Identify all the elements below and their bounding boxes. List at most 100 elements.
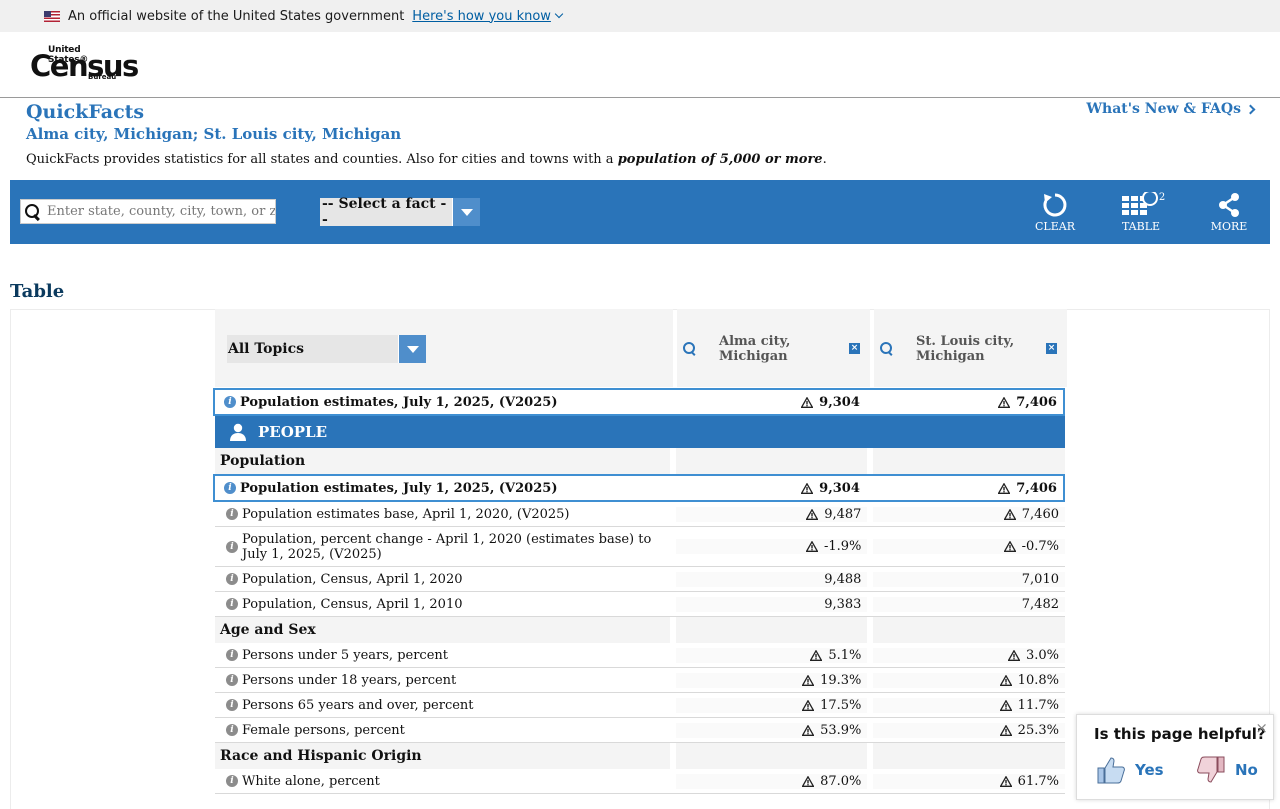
value-cell: 7,460 (873, 506, 1065, 522)
section-header-row: Race and Hispanic Origin (215, 743, 1065, 769)
row-label: i Population estimates, July 1, 2025, (V2… (215, 395, 669, 410)
whats-new-link[interactable]: What's New & FAQs (1086, 101, 1256, 117)
feedback-no-button[interactable]: No (1195, 753, 1258, 787)
page-subtitle: Alma city, Michigan; St. Louis city, Mic… (26, 125, 402, 143)
warning-icon (802, 674, 815, 686)
row-label: i Population, percent change - April 1, 2… (215, 532, 670, 562)
row-label: i Persons under 5 years, percent (215, 648, 670, 663)
value-text: 7,010 (1021, 571, 1059, 587)
value-cell: 3.0% (873, 647, 1065, 663)
search-icon[interactable] (880, 342, 894, 356)
value-text: 87.0% (820, 773, 862, 789)
warning-icon (805, 541, 818, 552)
info-icon[interactable]: i (226, 649, 238, 661)
search-input[interactable] (47, 204, 275, 219)
table-label: TABLE (1121, 220, 1161, 233)
warning-icon (998, 482, 1011, 494)
feedback-yes-label: Yes (1135, 761, 1164, 779)
info-icon[interactable]: i (226, 775, 238, 787)
value-cell: 7,406 (872, 395, 1063, 410)
value-text: 9,383 (824, 596, 862, 612)
value-cell: 10.8% (873, 672, 1065, 688)
row-label-text: Female persons, percent (242, 722, 405, 738)
row-label: i Population, Census, April 1, 2020 (215, 572, 670, 587)
row-label: i Persons under 18 years, percent (215, 673, 670, 688)
value-text: 7,482 (1021, 596, 1059, 612)
feedback-no-label: No (1235, 761, 1258, 779)
location-name: St. Louis city, Michigan (916, 334, 1015, 364)
select-fact-dropdown[interactable]: -- Select a fact -- (320, 196, 480, 228)
search-icon[interactable] (683, 342, 697, 356)
value-text: 9,304 (819, 394, 860, 410)
warning-icon (802, 775, 815, 787)
value-cell: 9,304 (675, 395, 866, 410)
value-text: 25.3% (1017, 722, 1059, 738)
chevron-right-icon (1245, 104, 1256, 114)
value-cell: 7,010 (873, 571, 1065, 587)
value-text: 7,406 (1016, 480, 1057, 496)
value-cell: 17.5% (675, 697, 868, 713)
all-topics-dropdown[interactable]: All Topics (227, 335, 426, 363)
search-icon (25, 203, 41, 220)
value-text: 7,406 (1016, 394, 1057, 410)
section-header-row: Population (215, 448, 1065, 474)
info-icon[interactable]: i (226, 674, 238, 686)
value-text: 11.7% (1017, 697, 1059, 713)
value-text: 5.1% (828, 647, 862, 663)
info-icon[interactable]: i (226, 598, 238, 610)
section-label: Race and Hispanic Origin (215, 743, 670, 769)
topic-header-people[interactable]: PEOPLE (215, 416, 1065, 448)
heres-how-you-know-label: Here's how you know (412, 8, 551, 24)
more-label: MORE (1210, 220, 1248, 233)
info-icon[interactable]: i (224, 482, 236, 494)
value-cell: -1.9% (675, 539, 868, 554)
value-cell: -0.7% (873, 539, 1065, 554)
info-icon[interactable]: i (226, 573, 238, 585)
info-icon[interactable]: i (226, 724, 238, 736)
info-icon[interactable]: i (226, 699, 238, 711)
warning-icon (1003, 508, 1016, 520)
value-text: 3.0% (1025, 647, 1059, 663)
value-text: -0.7% (1021, 539, 1059, 554)
table-row: i Population estimates, July 1, 2025, (V2… (213, 474, 1065, 502)
more-button[interactable]: MORE (1199, 192, 1259, 236)
table-row: i Persons 65 years and over, percent 17.5%… (215, 693, 1065, 718)
close-icon[interactable]: × (1046, 343, 1057, 354)
site-header: United States® Census Bureau (0, 32, 1280, 98)
thumbs-up-icon (1097, 757, 1125, 784)
row-label: i White alone, percent (215, 774, 670, 789)
page-title[interactable]: QuickFacts (26, 101, 144, 123)
info-icon[interactable]: i (224, 396, 236, 408)
warning-icon (999, 724, 1012, 736)
warning-icon (999, 699, 1012, 711)
table-button[interactable]: 2 TABLE (1111, 192, 1171, 236)
value-cell: 5.1% (675, 647, 868, 663)
value-text: 9,304 (819, 480, 860, 496)
table-row: i White alone, percent 87.0% 61.7% (215, 769, 1065, 794)
feedback-widget: Is this page helpful? × Yes No (1076, 714, 1274, 800)
close-icon[interactable]: × (849, 343, 860, 354)
select-fact-label: -- Select a fact -- (322, 196, 447, 228)
section-header-row: Age and Sex (215, 617, 1065, 643)
value-text: 53.9% (820, 722, 862, 738)
table-row: i Population, Census, April 1, 2020 9,488 7… (215, 567, 1065, 592)
info-icon[interactable]: i (226, 540, 238, 553)
dropdown-arrow-icon (398, 335, 426, 363)
census-logo[interactable]: United States® Census Bureau (30, 45, 139, 85)
value-cell: 19.3% (675, 672, 868, 688)
warning-icon (1007, 649, 1020, 661)
heres-how-you-know-link[interactable]: Here's how you know (412, 8, 564, 24)
value-cell: 87.0% (675, 773, 868, 789)
value-cell: 25.3% (873, 722, 1065, 738)
clear-button[interactable]: CLEAR (1025, 192, 1085, 236)
value-text: -1.9% (823, 539, 862, 554)
info-icon[interactable]: i (226, 508, 238, 520)
page-description: QuickFacts provides statistics for all s… (26, 152, 827, 167)
close-icon[interactable]: × (1255, 719, 1268, 737)
table-row: i Population, Census, April 1, 2010 9,383 7… (215, 592, 1065, 617)
whats-new-label: What's New & FAQs (1086, 101, 1241, 117)
feedback-yes-button[interactable]: Yes (1095, 753, 1164, 787)
value-cell: 9,488 (675, 571, 868, 587)
desc-suffix: . (822, 152, 827, 167)
warning-icon (810, 649, 823, 661)
